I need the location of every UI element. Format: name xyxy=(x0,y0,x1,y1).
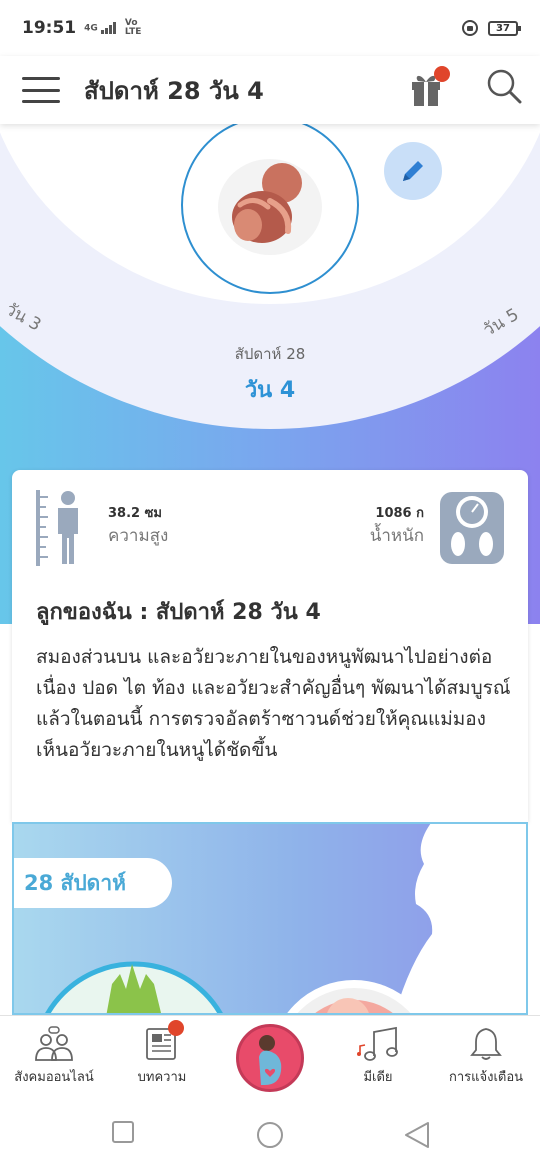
search-icon[interactable] xyxy=(486,66,522,106)
week-banner[interactable]: 28 สัปดาห์ xyxy=(12,822,528,1015)
recent-apps-icon[interactable] xyxy=(112,1121,134,1143)
height-icon xyxy=(36,490,78,566)
music-icon xyxy=(357,1026,398,1061)
nav-media[interactable]: มีเดีย xyxy=(324,1016,432,1098)
fetus-illustration xyxy=(218,159,322,255)
network-indicator: 4G xyxy=(84,22,117,34)
page-title: สัปดาห์ 28 วัน 4 xyxy=(84,76,264,105)
system-nav-bar xyxy=(0,1097,540,1170)
pregnancy-home-button[interactable] xyxy=(236,1024,304,1092)
status-bar: 19:51 4G Vo LTE 37 xyxy=(0,0,540,56)
edit-button[interactable] xyxy=(384,142,442,200)
banner-illustration xyxy=(45,824,526,1013)
back-icon[interactable] xyxy=(404,1121,430,1149)
weight-scale-icon xyxy=(440,492,504,564)
signal-icon xyxy=(100,22,116,34)
volte-indicator: Vo LTE xyxy=(125,19,142,37)
nav-notifications[interactable]: การแจ้งเตือน xyxy=(432,1016,540,1098)
weight-label: น้ำหนัก xyxy=(369,526,424,546)
height-label: ความสูง xyxy=(108,526,169,546)
week-label: สัปดาห์ 28 xyxy=(234,345,306,363)
network-type: 4G xyxy=(84,23,98,34)
fetus-image[interactable] xyxy=(181,124,359,294)
nav-label-articles: บทความ xyxy=(137,1070,187,1085)
battery-icon: 37 xyxy=(488,20,521,36)
gift-icon[interactable] xyxy=(410,66,450,108)
bell-icon xyxy=(470,1028,502,1060)
nav-community[interactable]: สังคมออนไลน์ xyxy=(0,1016,108,1098)
volte-bottom: LTE xyxy=(124,27,142,37)
pregnancy-icon xyxy=(259,1035,282,1085)
nav-label-notifications: การแจ้งเตือน xyxy=(448,1070,524,1085)
bottom-nav: สังคมออนไลน์ บทความ มีเดีย การแจ้งเตือน xyxy=(0,1015,540,1097)
battery-level: 37 xyxy=(496,22,510,34)
week-badge: 28 สัปดาห์ xyxy=(14,858,172,908)
nav-label-community: สังคมออนไลน์ xyxy=(14,1070,94,1085)
current-day-label: วัน 4 xyxy=(244,378,296,403)
card-title: ลูกของฉัน : สัปดาห์ 28 วัน 4 xyxy=(36,600,321,625)
community-icon xyxy=(35,1026,73,1061)
pencil-icon xyxy=(403,161,423,181)
rotation-lock-icon xyxy=(462,20,478,36)
app-header: สัปดาห์ 28 วัน 4 xyxy=(0,56,540,124)
home-icon[interactable] xyxy=(256,1121,284,1149)
height-value: 38.2 ซม xyxy=(108,506,162,521)
status-time: 19:51 xyxy=(22,18,77,38)
hamburger-menu-icon[interactable] xyxy=(22,77,60,103)
notification-dot xyxy=(434,66,450,82)
notification-dot xyxy=(168,1020,184,1036)
status-right: 37 xyxy=(462,20,521,36)
nav-articles[interactable]: บทความ xyxy=(108,1016,216,1098)
baby-info-card: 38.2 ซม ความสูง 1086 ก น้ำหนัก ลูกของฉัน… xyxy=(12,470,528,822)
card-body: สมองส่วนบน และอวัยวะภายในของหนูพัฒนาไปอย… xyxy=(36,646,511,761)
weight-value: 1086 ก xyxy=(375,506,424,521)
nav-label-media: มีเดีย xyxy=(363,1070,393,1085)
